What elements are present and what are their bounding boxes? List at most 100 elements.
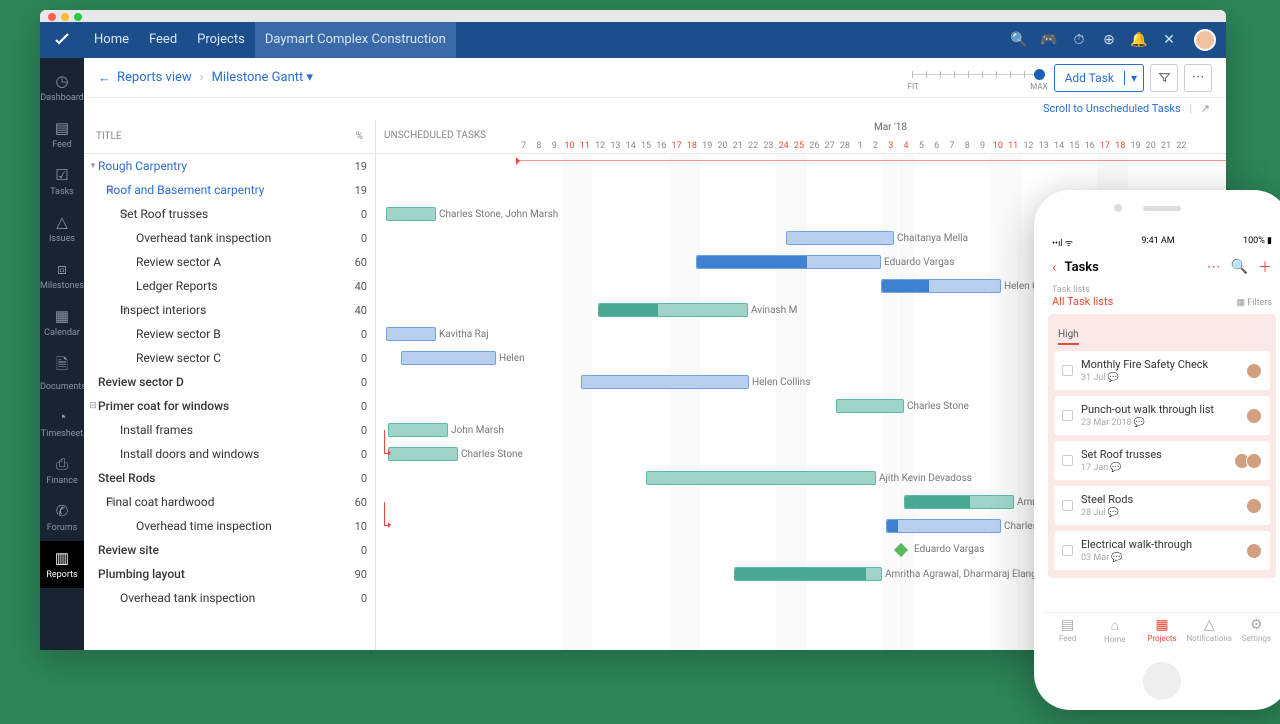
bell-icon[interactable]: 🔔: [1124, 32, 1154, 48]
gantt-bar[interactable]: Ajith Kevin Devadoss: [646, 471, 876, 485]
task-row[interactable]: ⊟Roof and Basement carpentry19: [84, 178, 375, 202]
nav-project-current[interactable]: Daymart Complex Construction: [255, 22, 456, 58]
task-row[interactable]: Overhead tank inspection0: [84, 586, 375, 610]
all-tasklists-dropdown[interactable]: All Task lists: [1052, 295, 1113, 308]
expand-icon[interactable]: ⊟: [88, 209, 120, 219]
phone-back-icon[interactable]: ‹: [1052, 258, 1057, 276]
app-logo-icon[interactable]: [40, 31, 84, 49]
gantt-bar[interactable]: Kavitha Raj: [386, 327, 436, 341]
nav-feed[interactable]: Feed: [139, 22, 187, 58]
tab-home[interactable]: ⌂Home: [1091, 613, 1138, 654]
gantt-bar[interactable]: Helen Collins,: [881, 279, 1001, 293]
task-card[interactable]: Electrical walk-through03 Mar 💬: [1054, 531, 1270, 570]
tab-settings[interactable]: ⚙Settings: [1233, 613, 1280, 654]
gantt-bar[interactable]: Chaitanya Mella: [786, 231, 894, 245]
breadcrumb-reports[interactable]: Reports view: [117, 70, 192, 85]
task-row[interactable]: Install frames0: [84, 418, 375, 442]
task-row[interactable]: Review site0: [84, 538, 375, 562]
checkbox[interactable]: [1062, 410, 1073, 421]
expand-icon[interactable]: ⊟: [88, 305, 120, 315]
rail-calendar[interactable]: ▦Calendar: [40, 299, 84, 346]
tools-icon[interactable]: ✕: [1154, 32, 1184, 48]
task-row[interactable]: Review sector A60: [84, 250, 375, 274]
task-row[interactable]: Overhead time inspection10: [84, 514, 375, 538]
rail-issues[interactable]: △Issues: [40, 205, 84, 252]
phone-more-icon[interactable]: ⋯: [1207, 259, 1221, 275]
task-row[interactable]: Review sector C0: [84, 346, 375, 370]
rail-reports[interactable]: ▥Reports: [40, 541, 84, 588]
back-arrow-icon[interactable]: ←: [98, 70, 111, 86]
view-dropdown[interactable]: Milestone Gantt ▾: [212, 70, 313, 85]
scroll-unscheduled-link[interactable]: Scroll to Unscheduled Tasks: [1043, 102, 1181, 115]
expand-icon[interactable]: ▾: [88, 161, 98, 171]
gantt-bar[interactable]: Charles Stone: [886, 519, 1001, 533]
gantt-bar[interactable]: Helen Collins: [581, 375, 749, 389]
gantt-bar[interactable]: Charles Stone: [388, 447, 458, 461]
rail-forums[interactable]: ✆Forums: [40, 494, 84, 541]
task-row[interactable]: Steel Rods0: [84, 466, 375, 490]
gantt-bar[interactable]: Helen: [401, 351, 496, 365]
tab-feed[interactable]: ▤Feed: [1044, 613, 1091, 654]
gamepad-icon[interactable]: 🎮: [1034, 32, 1064, 48]
add-icon[interactable]: ⊕: [1094, 32, 1124, 48]
close-icon[interactable]: [48, 13, 56, 21]
task-row[interactable]: ⊟Primer coat for windows0: [84, 394, 375, 418]
zoom-slider[interactable]: FIT MAX: [912, 66, 1042, 90]
task-row[interactable]: Install doors and windows0: [84, 442, 375, 466]
task-row[interactable]: Review sector B0: [84, 322, 375, 346]
export-icon[interactable]: ↗: [1201, 102, 1210, 115]
phone-home-button[interactable]: [1143, 662, 1181, 700]
user-avatar[interactable]: [1194, 29, 1216, 51]
checkbox[interactable]: [1062, 500, 1073, 511]
maximize-icon[interactable]: [74, 13, 82, 21]
task-row[interactable]: Ledger Reports40: [84, 274, 375, 298]
rail-tasks[interactable]: ☑Tasks: [40, 158, 84, 205]
task-row[interactable]: ⊟Inspect interiors40: [84, 298, 375, 322]
rail-milestones[interactable]: ⧈Milestones: [40, 252, 84, 299]
task-card[interactable]: Set Roof trusses17 Jan 💬: [1054, 441, 1270, 480]
rail-timesheet[interactable]: ◔Timesheet: [40, 400, 84, 447]
slider-knob[interactable]: [1034, 69, 1045, 80]
task-row[interactable]: Plumbing layout90: [84, 562, 375, 586]
checkbox[interactable]: [1062, 455, 1073, 466]
gantt-bar[interactable]: Amritha: [904, 495, 1014, 509]
more-button[interactable]: ⋯: [1184, 64, 1212, 92]
nav-home[interactable]: Home: [84, 22, 139, 58]
phone-search-icon[interactable]: 🔍: [1231, 259, 1248, 275]
filters-toggle[interactable]: ▦ Filters: [1236, 298, 1272, 308]
gantt-bar[interactable]: Avinash M: [598, 303, 748, 317]
gantt-bar[interactable]: Charles Stone, John Marsh: [386, 207, 436, 221]
task-row[interactable]: ⊟Set Roof trusses0: [84, 202, 375, 226]
checkbox[interactable]: [1062, 545, 1073, 556]
filter-button[interactable]: [1150, 64, 1178, 92]
task-row[interactable]: ⊟Final coat hardwood60: [84, 490, 375, 514]
gantt-bar[interactable]: Amritha Agrawal, Dharmaraj Elangovan: [734, 567, 882, 581]
checkbox[interactable]: [1062, 365, 1073, 376]
rail-feed[interactable]: ▤Feed: [40, 111, 84, 158]
rail-finance[interactable]: ⎙Finance: [40, 447, 84, 494]
tab-projects[interactable]: ▦Projects: [1138, 613, 1185, 654]
gantt-bar[interactable]: John Marsh: [388, 423, 448, 437]
expand-icon[interactable]: ⊟: [88, 401, 98, 411]
minimize-icon[interactable]: [61, 13, 69, 21]
task-row[interactable]: Review sector D0: [84, 370, 375, 394]
nav-projects[interactable]: Projects: [187, 22, 255, 58]
rail-documents[interactable]: 🗎Documents: [40, 346, 84, 400]
phone-add-icon[interactable]: ＋: [1258, 257, 1272, 277]
task-card[interactable]: Monthly Fire Safety Check31 Jul 💬: [1054, 351, 1270, 390]
rail-dashboard[interactable]: ◷Dashboard: [40, 64, 84, 111]
task-row[interactable]: Overhead tank inspection0: [84, 226, 375, 250]
timer-icon[interactable]: ⏱: [1064, 32, 1094, 48]
tab-notifications[interactable]: △Notifications: [1186, 613, 1233, 654]
gantt-bar[interactable]: Charles Stone: [836, 399, 904, 413]
task-card[interactable]: Punch-out walk through list23 Mar 2018 💬: [1054, 396, 1270, 435]
add-task-dropdown-icon[interactable]: ▾: [1124, 71, 1143, 85]
expand-icon[interactable]: ⊟: [88, 497, 106, 507]
task-card[interactable]: Steel Rods28 Jul 💬: [1054, 486, 1270, 525]
expand-icon[interactable]: ⊟: [88, 185, 106, 195]
task-row[interactable]: ▾Rough Carpentry19: [84, 154, 375, 178]
gantt-bar[interactable]: Eduardo Vargas: [696, 255, 881, 269]
search-icon[interactable]: 🔍: [1004, 32, 1034, 48]
add-task-button[interactable]: Add Task ▾: [1054, 64, 1144, 92]
slider-max-label: MAX: [1030, 82, 1047, 91]
